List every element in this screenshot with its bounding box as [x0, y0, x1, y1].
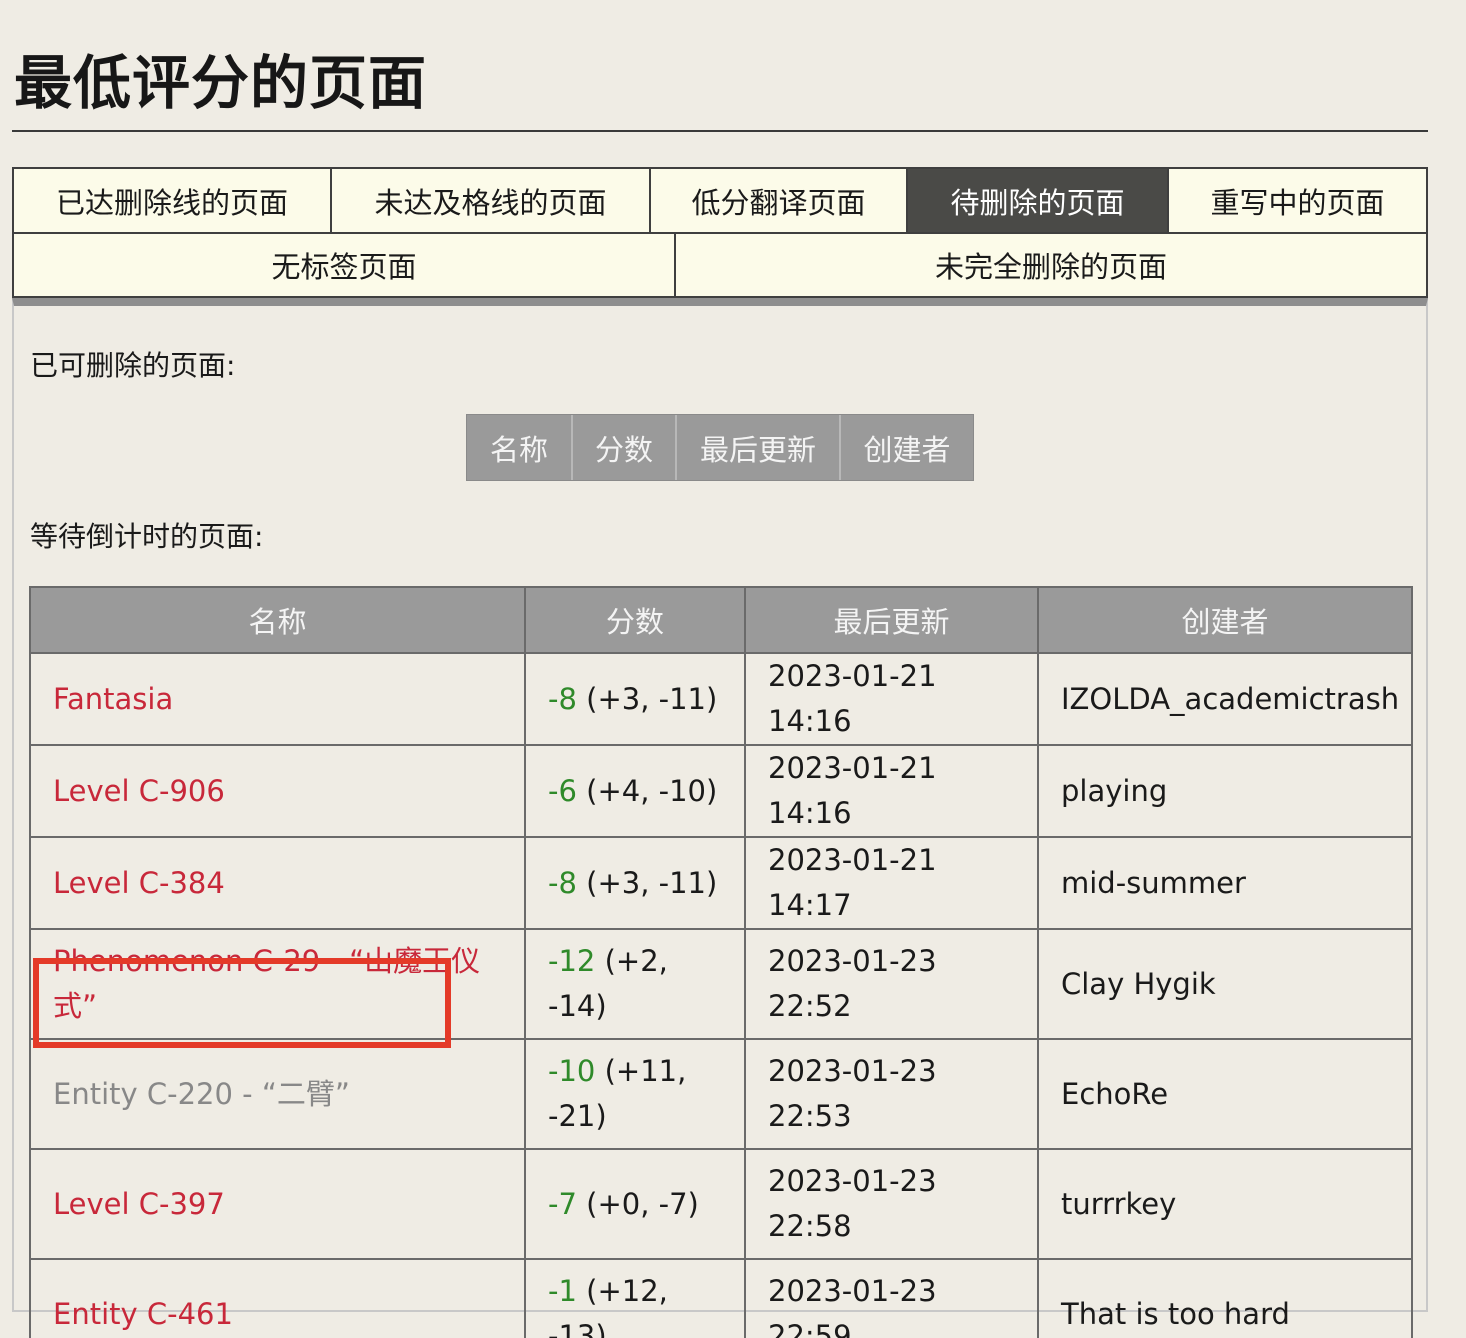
tab-low-score-translations[interactable]: 低分翻译页面 — [649, 167, 908, 234]
score-cell: -1 (+12, -13) — [524, 1258, 746, 1338]
tab-deletion-threshold[interactable]: 已达删除线的页面 — [12, 167, 332, 234]
column-header-updated[interactable]: 最后更新 — [744, 586, 1039, 654]
name-cell: Entity C-220 - “二臂” — [29, 1038, 526, 1150]
table-header-row: 名称 分数 最后更新 创建者 — [29, 586, 1413, 654]
name-cell: Fantasia — [29, 652, 526, 746]
page-link[interactable]: Entity C-220 - “二臂” — [53, 1077, 350, 1111]
column-header-score[interactable]: 分数 — [524, 586, 746, 654]
page-link[interactable]: Fantasia — [53, 682, 173, 716]
page-link[interactable]: Entity C-461 — [53, 1297, 233, 1331]
page-link[interactable]: Level C-906 — [53, 774, 225, 808]
score-cell: -8 (+3, -11) — [524, 836, 746, 930]
vote-breakdown: (+3, -11) — [586, 681, 718, 716]
tab-pending-deletion[interactable]: 待删除的页面 — [906, 167, 1169, 234]
updated-cell: 2023-01-21 14:17 — [744, 836, 1039, 930]
table-row: Fantasia -8 (+3, -11) 2023-01-21 14:16 I… — [29, 652, 1413, 746]
updated-cell: 2023-01-21 14:16 — [744, 652, 1039, 746]
name-cell: Level C-384 — [29, 836, 526, 930]
waiting-pages-table: 名称 分数 最后更新 创建者 Fantasia -8 (+3, -11) 202… — [29, 586, 1413, 1338]
creator-cell: That is too hard — [1037, 1258, 1413, 1338]
score-value: -12 — [548, 944, 596, 978]
vote-breakdown: (+3, -11) — [586, 865, 718, 900]
column-header-creator[interactable]: 创建者 — [1037, 586, 1413, 654]
vote-breakdown: (+0, -7) — [586, 1186, 699, 1221]
creator-cell: EchoRe — [1037, 1038, 1413, 1150]
updated-cell: 2023-01-23 22:53 — [744, 1038, 1039, 1150]
column-header-score[interactable]: 分数 — [571, 415, 675, 480]
name-cell: Phenomenon C-29 - “山魔王仪式” — [29, 928, 526, 1040]
table-row: Level C-906 -6 (+4, -10) 2023-01-21 14:1… — [29, 744, 1413, 838]
page-link[interactable]: Level C-384 — [53, 866, 225, 900]
creator-cell: Clay Hygik — [1037, 928, 1413, 1040]
score-value: -6 — [548, 773, 577, 808]
tab-row-2: 无标签页面 未完全删除的页面 — [12, 232, 1428, 300]
table-row: Level C-397 -7 (+0, -7) 2023-01-23 22:58… — [29, 1148, 1413, 1260]
updated-cell: 2023-01-23 22:59 — [744, 1258, 1039, 1338]
updated-cell: 2023-01-23 22:52 — [744, 928, 1039, 1040]
score-cell: -10 (+11, -21) — [524, 1038, 746, 1150]
score-value: -10 — [548, 1054, 596, 1088]
tab-rewriting[interactable]: 重写中的页面 — [1167, 167, 1428, 234]
vote-breakdown: (+4, -10) — [586, 773, 718, 808]
tab-row-1: 已达删除线的页面 未达及格线的页面 低分翻译页面 待删除的页面 重写中的页面 — [12, 167, 1428, 234]
updated-cell: 2023-01-21 14:16 — [744, 744, 1039, 838]
column-header-name[interactable]: 名称 — [29, 586, 526, 654]
score-value: -8 — [548, 681, 577, 716]
tab-below-passing[interactable]: 未达及格线的页面 — [330, 167, 651, 234]
creator-cell: turrrkey — [1037, 1148, 1413, 1260]
deletable-table-header: 名称 分数 最后更新 创建者 — [466, 414, 974, 481]
table-row: Entity C-461 -1 (+12, -13) 2023-01-23 22… — [29, 1258, 1413, 1338]
table-row: Level C-384 -8 (+3, -11) 2023-01-21 14:1… — [29, 836, 1413, 930]
creator-cell: IZOLDA_academictrash — [1037, 652, 1413, 746]
column-header-updated[interactable]: 最后更新 — [675, 415, 839, 480]
updated-cell: 2023-01-23 22:58 — [744, 1148, 1039, 1260]
table-row: Entity C-220 - “二臂” -10 (+11, -21) 2023-… — [29, 1038, 1413, 1150]
name-cell: Level C-397 — [29, 1148, 526, 1260]
table-row: Phenomenon C-29 - “山魔王仪式” -12 (+2, -14) … — [29, 928, 1413, 1040]
deletable-section-label: 已可删除的页面: — [30, 349, 236, 382]
creator-cell: mid-summer — [1037, 836, 1413, 930]
name-cell: Entity C-461 — [29, 1258, 526, 1338]
score-value: -1 — [548, 1274, 577, 1308]
column-header-name[interactable]: 名称 — [467, 415, 571, 480]
score-value: -8 — [548, 865, 577, 900]
name-cell: Level C-906 — [29, 744, 526, 838]
tab-not-fully-deleted[interactable]: 未完全删除的页面 — [674, 232, 1428, 300]
waiting-section-label: 等待倒计时的页面: — [30, 520, 264, 553]
tab-untagged[interactable]: 无标签页面 — [12, 232, 676, 300]
score-cell: -6 (+4, -10) — [524, 744, 746, 838]
score-cell: -12 (+2, -14) — [524, 928, 746, 1040]
column-header-creator[interactable]: 创建者 — [839, 415, 973, 480]
score-cell: -8 (+3, -11) — [524, 652, 746, 746]
page-link[interactable]: Phenomenon C-29 - “山魔王仪式” — [53, 944, 480, 1023]
page-title: 最低评分的页面 — [14, 49, 428, 117]
score-cell: -7 (+0, -7) — [524, 1148, 746, 1260]
creator-cell: playing — [1037, 744, 1413, 838]
score-value: -7 — [548, 1186, 577, 1221]
title-divider — [12, 130, 1428, 132]
page-link[interactable]: Level C-397 — [53, 1187, 225, 1221]
